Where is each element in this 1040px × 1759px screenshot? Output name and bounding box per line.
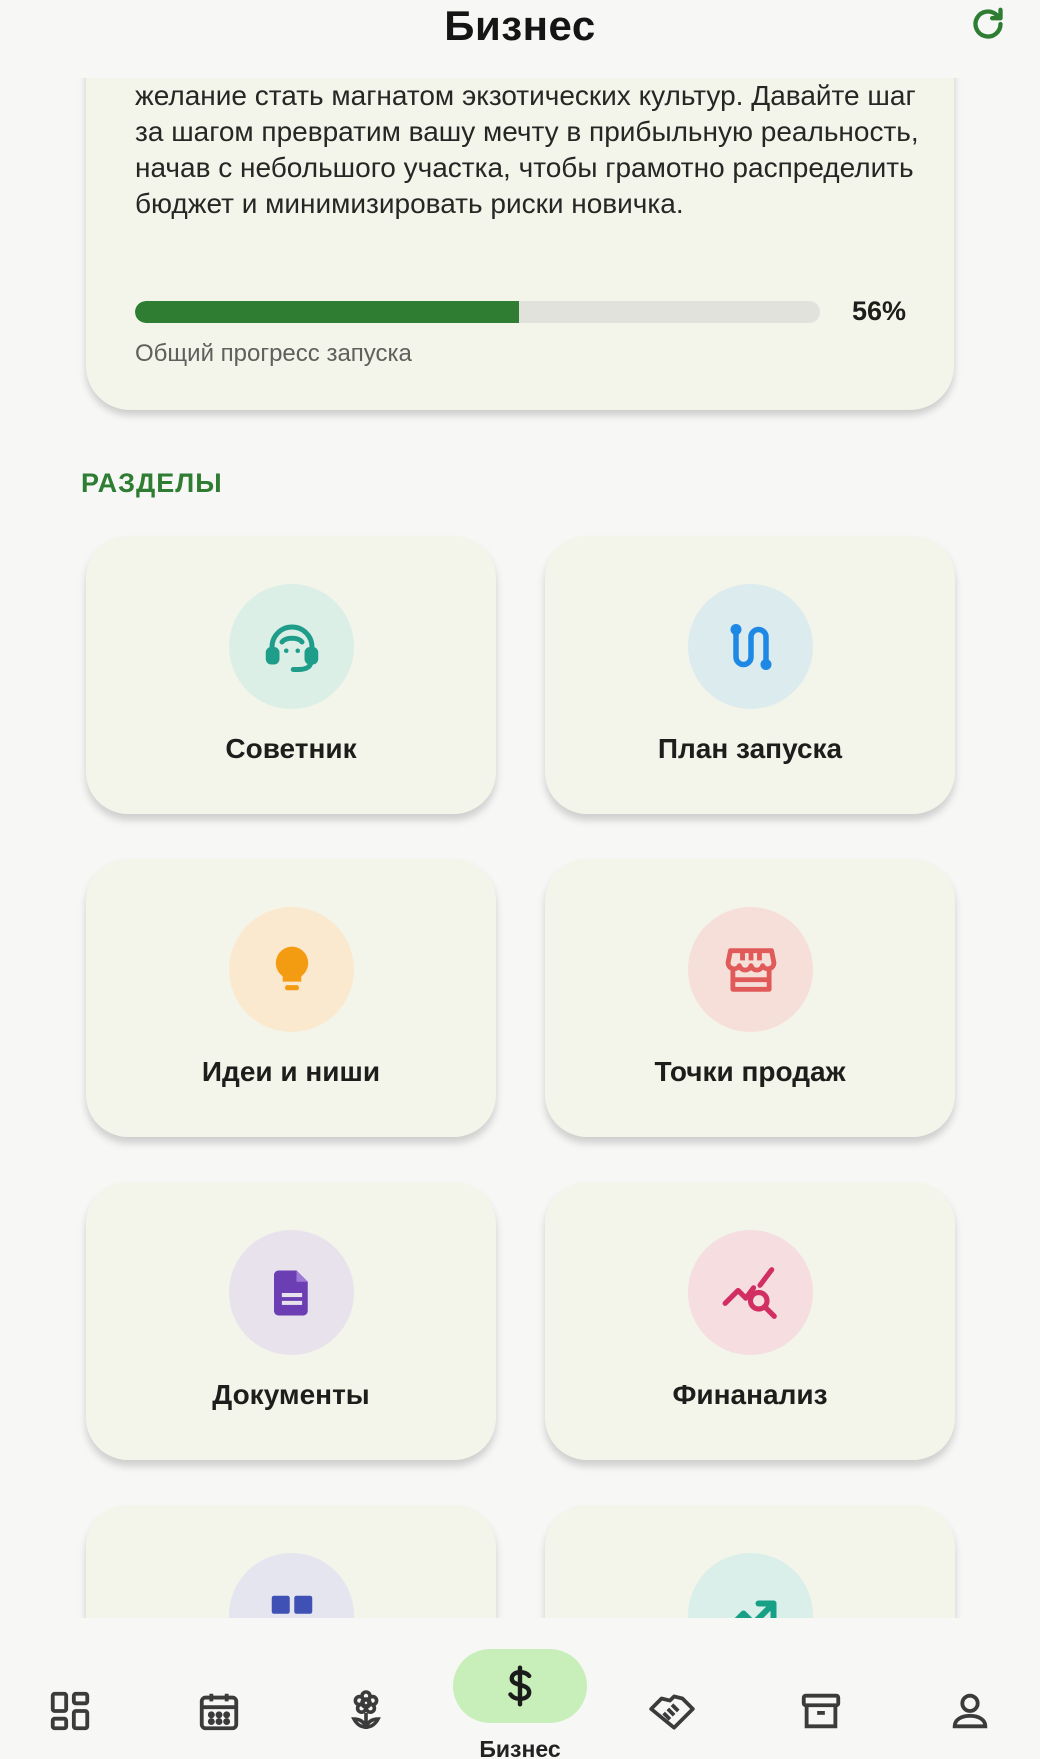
top-app-bar: Бизнес xyxy=(0,0,1040,78)
archive-icon xyxy=(801,1693,841,1729)
launch-progress-label: Общий прогресс запуска xyxy=(135,340,412,367)
refresh-button[interactable] xyxy=(962,0,1014,48)
refresh-icon xyxy=(973,7,1003,39)
content-scroll[interactable]: желание стать магнатом экзотических куль… xyxy=(0,0,1040,1618)
trending-up-icon xyxy=(733,1600,776,1618)
page-title: Бизнес xyxy=(444,2,596,49)
bottom-navigation: Бизнес xyxy=(0,1618,1040,1759)
intro-text: желание стать магнатом экзотических куль… xyxy=(135,80,919,219)
tile-sales-points-label: Точки продаж xyxy=(654,1056,846,1087)
flower-icon xyxy=(351,1690,381,1729)
sections-heading: РАЗДЕЛЫ xyxy=(81,468,223,498)
handshake-icon xyxy=(649,1694,695,1730)
dashboard-icon xyxy=(271,1595,312,1618)
launch-plan-icon-circle xyxy=(688,584,813,709)
document-icon xyxy=(273,1270,308,1315)
sales-points-icon-circle xyxy=(688,907,813,1032)
tile-dashboard[interactable] xyxy=(86,1505,496,1618)
calendar-icon xyxy=(199,1693,239,1731)
growth-icon-circle xyxy=(688,1553,813,1618)
tile-launch-plan[interactable]: План запуска xyxy=(545,536,955,814)
tile-documents[interactable]: Документы xyxy=(86,1182,496,1460)
nav-partners[interactable] xyxy=(617,1618,727,1759)
storefront-icon xyxy=(725,947,776,992)
nav-profile[interactable] xyxy=(915,1618,1025,1759)
financial-analysis-icon-circle xyxy=(688,1230,813,1355)
tile-documents-label: Документы xyxy=(212,1379,370,1410)
nav-archive[interactable] xyxy=(766,1618,876,1759)
tile-advisor-label: Советник xyxy=(225,733,357,764)
tile-financial-analysis-label: Финанализ xyxy=(672,1379,828,1410)
dashboard-icon-circle xyxy=(229,1553,354,1618)
route-icon xyxy=(730,623,771,670)
tile-sales-points[interactable]: Точки продаж xyxy=(545,859,955,1137)
nav-dashboard[interactable] xyxy=(15,1618,125,1759)
query-stats-icon xyxy=(722,1266,777,1319)
launch-progress-fill xyxy=(135,301,519,323)
nav-business-label: Бизнес xyxy=(479,1736,561,1759)
tile-ideas[interactable]: Идеи и ниши xyxy=(86,859,496,1137)
ideas-icon-circle xyxy=(229,907,354,1032)
tile-growth[interactable] xyxy=(545,1505,955,1618)
dashboard-grid-icon xyxy=(50,1691,90,1731)
tile-advisor[interactable]: Советник xyxy=(86,536,496,814)
tile-financial-analysis[interactable]: Финанализ xyxy=(545,1182,955,1460)
documents-icon-circle xyxy=(229,1230,354,1355)
headset-icon xyxy=(265,624,318,672)
person-icon xyxy=(952,1693,988,1729)
launch-progress-bar xyxy=(135,301,820,323)
nav-business-active[interactable] xyxy=(453,1649,587,1723)
advisor-icon-circle xyxy=(229,584,354,709)
dollar-icon xyxy=(508,1665,532,1707)
lightbulb-icon xyxy=(275,946,308,990)
tile-ideas-label: Идеи и ниши xyxy=(201,1056,381,1087)
launch-progress-percent: 56% xyxy=(851,296,906,326)
nav-garden[interactable] xyxy=(311,1618,421,1759)
tile-launch-plan-label: План запуска xyxy=(657,733,843,764)
nav-calendar[interactable] xyxy=(164,1618,274,1759)
